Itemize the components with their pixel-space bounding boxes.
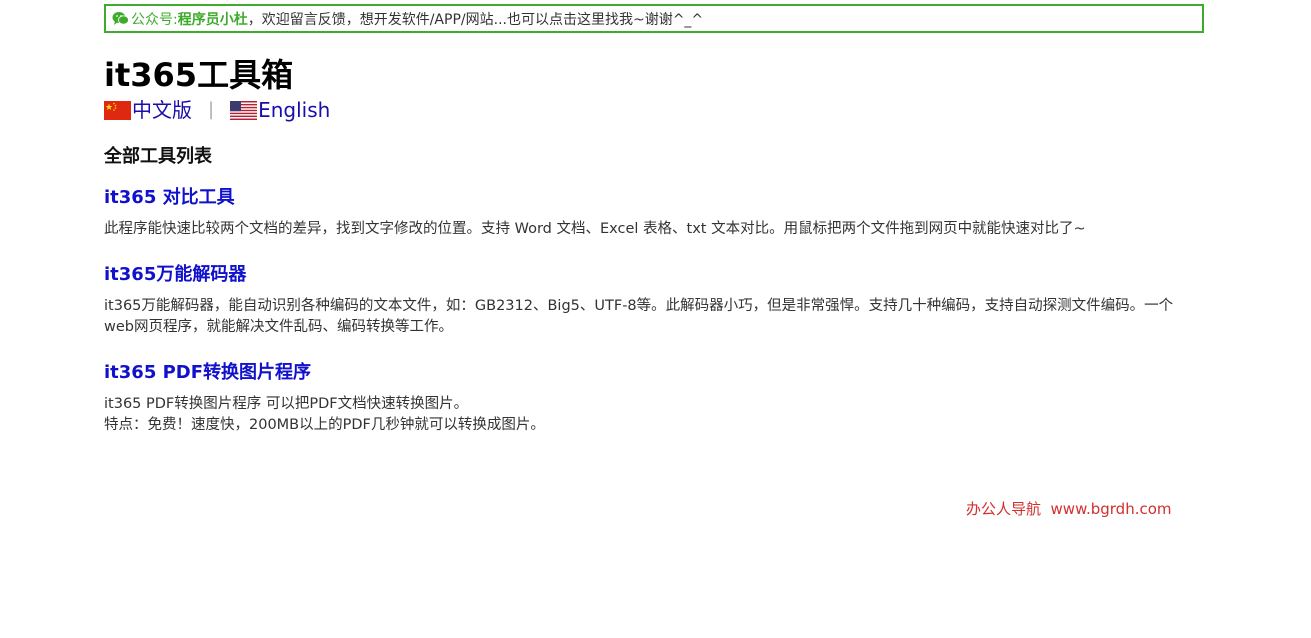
notice-account-name: 程序员小杜 — [177, 11, 248, 28]
page-title: it365工具箱 — [104, 56, 294, 94]
tool-item-compare: it365 对比工具 此程序能快速比较两个文档的差异，找到文字修改的位置。支持 … — [104, 185, 1204, 240]
section-title: 全部工具列表 — [104, 146, 212, 167]
language-label: English — [258, 98, 331, 122]
footer-link-bgrdh[interactable]: 办公人导航 www.bgrdh.com — [966, 498, 1172, 519]
wechat-icon — [112, 12, 129, 25]
notice-text: ，欢迎留言反馈，想开发软件/APP/网站...也可以点击这里找我~谢谢^_^ — [247, 11, 704, 28]
language-label: 中文版 — [132, 98, 192, 122]
tool-item-decoder: it365万能解码器 it365万能解码器，能自动识别各种编码的文本文件，如：G… — [104, 262, 1204, 338]
language-link-english[interactable]: English — [230, 97, 330, 123]
tool-item-pdf-to-image: it365 PDF转换图片程序 it365 PDF转换图片程序 可以把PDF文档… — [104, 360, 1204, 436]
notice-label: 公众号: — [131, 11, 178, 28]
tool-link-compare[interactable]: it365 对比工具 — [104, 187, 235, 208]
china-flag-icon — [104, 100, 131, 120]
tool-description: it365万能解码器，能自动识别各种编码的文本文件，如：GB2312、Big5、… — [104, 298, 1174, 335]
tool-description: 此程序能快速比较两个文档的差异，找到文字修改的位置。支持 Word 文档、Exc… — [104, 221, 1086, 237]
tool-description: it365 PDF转换图片程序 可以把PDF文档快速转换图片。 特点：免费！速度快… — [104, 396, 545, 433]
page-container: 公众号: 程序员小杜 ，欢迎留言反馈，想开发软件/APP/网站...也可以点击这… — [104, 4, 1204, 436]
language-switcher: 中文版 | English — [104, 97, 1204, 123]
tool-link-decoder[interactable]: it365万能解码器 — [104, 264, 246, 285]
wechat-notice-banner[interactable]: 公众号: 程序员小杜 ，欢迎留言反馈，想开发软件/APP/网站...也可以点击这… — [104, 4, 1204, 33]
us-flag-icon — [230, 100, 258, 120]
language-link-chinese[interactable]: 中文版 — [104, 97, 192, 123]
language-separator: | — [208, 99, 215, 120]
tool-link-pdf-to-image[interactable]: it365 PDF转换图片程序 — [104, 362, 311, 383]
